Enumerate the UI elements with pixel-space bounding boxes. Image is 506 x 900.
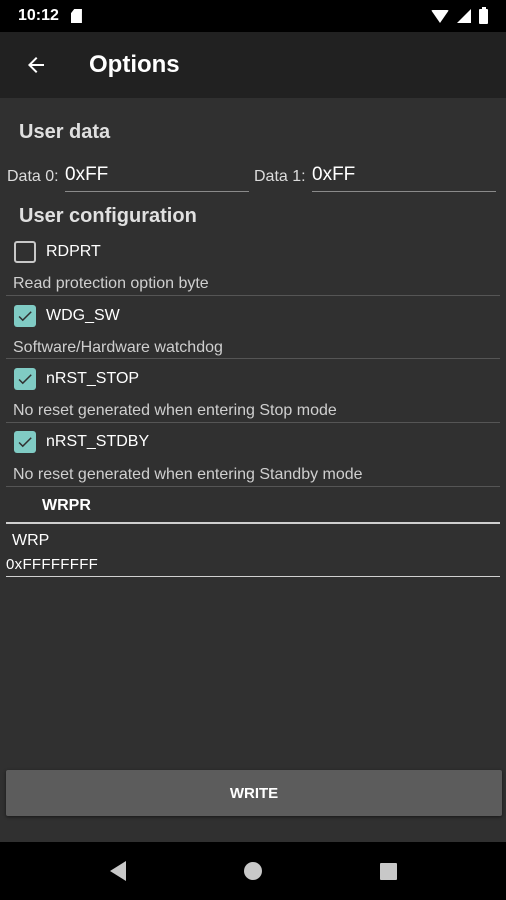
data1-underline [312, 191, 496, 192]
wrp-underline [6, 576, 500, 577]
arrow-left-icon[interactable] [8, 37, 64, 93]
nrst-stop-checkbox[interactable] [14, 368, 36, 390]
page-title: Options [89, 51, 180, 78]
rdprt-description: Read protection option byte [13, 275, 209, 292]
sd-card-icon [70, 9, 82, 23]
nrst-stop-label: nRST_STOP [46, 370, 140, 387]
nav-recents-icon[interactable] [379, 862, 397, 880]
wrp-field[interactable]: 0xFFFFFFFF [6, 556, 98, 573]
nrst-stdby-checkbox[interactable] [14, 431, 36, 453]
divider [6, 358, 500, 359]
user-data-title: User data [19, 121, 111, 143]
write-button[interactable]: WRITE [6, 770, 502, 816]
signal-icon [457, 9, 471, 23]
options-content: User data Data 0: 0xFF Data 1: 0xFF User… [0, 98, 506, 842]
user-configuration-title: User configuration [19, 205, 197, 227]
nrst-stdby-label: nRST_STDBY [46, 433, 150, 450]
checkmark-icon [18, 437, 32, 448]
data0-underline [65, 191, 249, 192]
nav-back-icon[interactable] [109, 861, 126, 881]
nrst-stop-checkbox-row[interactable]: nRST_STOP [14, 367, 139, 391]
nav-home-icon[interactable] [243, 862, 262, 880]
nrst-stdby-checkbox-row[interactable]: nRST_STDBY [14, 430, 149, 454]
data0-field[interactable]: 0xFF [65, 164, 108, 186]
battery-icon [479, 6, 488, 24]
data1-field[interactable]: 0xFF [312, 164, 355, 186]
navigation-bar [0, 842, 506, 900]
wdg-sw-label: WDG_SW [46, 307, 120, 324]
status-time: 10:12 [18, 7, 59, 24]
data0-label: Data 0: [7, 168, 59, 185]
nrst-stop-description: No reset generated when entering Stop mo… [13, 402, 337, 419]
wrpr-title: WRPR [42, 497, 91, 514]
rdprt-checkbox-row[interactable]: RDPRT [14, 240, 101, 264]
checkmark-icon [18, 374, 32, 385]
status-icons [431, 6, 488, 24]
wdg-sw-checkbox-row[interactable]: WDG_SW [14, 304, 120, 328]
app-bar: Options [0, 32, 506, 98]
wrpr-underline [6, 522, 500, 524]
rdprt-checkbox[interactable] [14, 241, 36, 263]
nrst-stdby-description: No reset generated when entering Standby… [13, 466, 363, 483]
status-bar: 10:12 [0, 0, 506, 32]
data1-label: Data 1: [254, 168, 306, 185]
divider [6, 295, 500, 296]
wrp-label: WRP [12, 532, 50, 549]
wifi-icon [431, 9, 449, 23]
checkmark-icon [18, 311, 32, 322]
rdprt-label: RDPRT [46, 243, 101, 260]
divider [6, 486, 500, 487]
wdg-sw-checkbox[interactable] [14, 305, 36, 327]
divider [6, 422, 500, 423]
wdg-sw-description: Software/Hardware watchdog [13, 339, 223, 356]
